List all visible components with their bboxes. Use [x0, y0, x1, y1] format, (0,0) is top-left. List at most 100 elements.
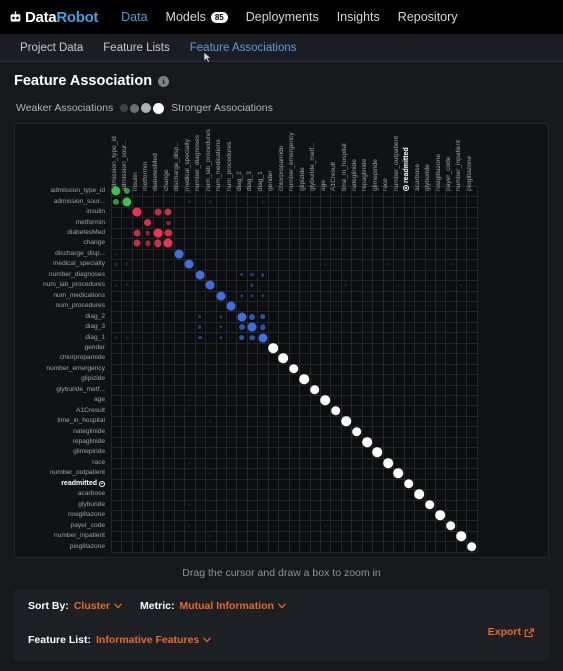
matrix-cell[interactable]	[323, 524, 327, 527]
y-axis-label-number-inpatient[interactable]: number_inpatient	[54, 532, 105, 540]
y-axis-label-medical-specialty[interactable]: medical_specialty	[53, 260, 105, 268]
matrix-cell[interactable]	[459, 283, 463, 287]
metric-dropdown[interactable]: Mutual Information	[179, 600, 286, 612]
matrix-cell[interactable]	[320, 395, 331, 406]
matrix-cell[interactable]	[237, 312, 247, 322]
matrix-cell[interactable]	[249, 313, 256, 320]
matrix-cell[interactable]	[260, 272, 265, 277]
y-axis-label-a1cresult[interactable]: A1Cresult	[76, 407, 105, 415]
matrix-cell[interactable]	[260, 293, 265, 298]
matrix-cell[interactable]	[278, 353, 289, 364]
x-axis-label-discharge-disp-[interactable]: discharge_disp...	[173, 141, 181, 191]
matrix-cell[interactable]	[259, 313, 266, 320]
matrix-cell[interactable]	[334, 263, 338, 266]
x-axis-label-number-diagnoses[interactable]: number_diagnoses	[194, 135, 202, 191]
y-axis-label-race[interactable]: race	[92, 459, 105, 467]
matrix-cell[interactable]	[435, 510, 445, 520]
y-axis-label-diag-2[interactable]: diag_2	[85, 313, 105, 321]
y-axis-label-discharge-disp-[interactable]: discharge_disp...	[55, 250, 105, 258]
tab-project-data[interactable]: Project Data	[10, 34, 93, 61]
x-axis-label-chlorpropamide[interactable]: chlorpropamide	[278, 146, 286, 191]
nav-item-models[interactable]: Models 85	[157, 10, 237, 24]
feature-association-matrix[interactable]: admission_type_id admission_sour... insuli…	[15, 124, 548, 557]
matrix-cell[interactable]	[240, 200, 243, 204]
matrix-cell[interactable]	[197, 325, 202, 329]
y-axis-label-glyburide[interactable]: glyburide	[78, 501, 105, 509]
matrix-cell[interactable]	[153, 228, 163, 238]
matrix-cell[interactable]	[124, 262, 129, 267]
matrix-cell[interactable]	[258, 333, 268, 343]
feature-list-dropdown[interactable]: Informative Features	[96, 634, 212, 646]
x-axis-label-repaglinide[interactable]: repaglinide	[361, 159, 369, 191]
matrix-cell[interactable]	[145, 230, 150, 236]
matrix-cell[interactable]	[218, 335, 223, 340]
matrix-cell[interactable]	[383, 458, 393, 468]
x-axis-label-rosiglitazone[interactable]: rosiglitazone	[435, 154, 443, 191]
x-axis-label-diag-2[interactable]: diag_2	[236, 171, 244, 191]
matrix-cell[interactable]	[143, 218, 152, 227]
x-axis-label-change[interactable]: change	[163, 169, 171, 191]
matrix-cell[interactable]	[238, 334, 245, 341]
matrix-cell[interactable]	[216, 291, 226, 301]
x-axis-label-glimepiride[interactable]: glimepiride	[372, 159, 380, 191]
y-axis-label-age[interactable]: age	[94, 396, 105, 404]
x-axis-label-glyburide[interactable]: glyburide	[424, 164, 432, 191]
matrix-cell[interactable]	[414, 489, 425, 500]
x-axis-label-admission-type-id[interactable]: admission_type_id	[111, 136, 119, 191]
y-axis-label-num-procedures[interactable]: num_procedures	[56, 302, 105, 310]
x-axis-label-pioglitazone[interactable]: pioglitazone	[466, 156, 474, 191]
matrix-cell[interactable]	[114, 262, 118, 267]
matrix-cell[interactable]	[239, 272, 244, 277]
matrix-cell[interactable]	[163, 238, 173, 248]
x-axis-label-num-medications[interactable]: num_medications	[215, 139, 223, 191]
x-axis-label-number-outpatient[interactable]: number_outpatient	[393, 136, 401, 191]
matrix-cell[interactable]	[466, 541, 477, 552]
feature-association-matrix-card[interactable]: admission_type_id admission_sour... insuli…	[14, 123, 549, 558]
matrix-cell[interactable]	[146, 367, 149, 371]
matrix-cell[interactable]	[208, 472, 212, 475]
matrix-cell[interactable]	[184, 259, 194, 269]
metric-control[interactable]: Metric: Mutual Information	[140, 600, 286, 612]
matrix-cell[interactable]	[125, 315, 129, 318]
matrix-cell[interactable]	[188, 503, 191, 507]
matrix-cell[interactable]	[187, 524, 191, 528]
matrix-cell[interactable]	[456, 531, 466, 541]
matrix-cell[interactable]	[309, 384, 320, 395]
matrix-cell[interactable]	[132, 207, 142, 217]
matrix-cell[interactable]	[449, 262, 453, 266]
x-axis-label-medical-specialty[interactable]: medical_specialty	[184, 139, 192, 191]
x-axis-label-insulin[interactable]: insulin	[132, 172, 140, 191]
y-axis-label-diabetesmed[interactable]: diabetesMed	[67, 229, 105, 237]
x-axis-label-diag-1[interactable]: diag_1	[257, 171, 265, 191]
matrix-cell[interactable]	[187, 189, 192, 194]
matrix-cell[interactable]	[428, 263, 432, 266]
matrix-cell[interactable]	[188, 461, 191, 465]
y-axis-label-num-lab-procedures[interactable]: num_lab_procedures	[43, 281, 105, 289]
y-axis-label-glipizide[interactable]: glipizide	[81, 375, 105, 383]
y-axis-label-repaglinide[interactable]: repaglinide	[73, 438, 105, 446]
matrix-cell[interactable]	[164, 208, 172, 216]
y-axis-label-chlorpropamide[interactable]: chlorpropamide	[60, 354, 105, 362]
x-axis-label-number-emergency[interactable]: number_emergency	[288, 132, 296, 191]
matrix-cell[interactable]	[197, 314, 202, 319]
matrix-cell[interactable]	[188, 398, 191, 402]
y-axis-label-number-diagnoses[interactable]: number_diagnoses	[49, 271, 105, 279]
matrix-cell[interactable]	[424, 499, 435, 510]
matrix-cell[interactable]	[393, 468, 404, 479]
nav-item-repository[interactable]: Repository	[389, 10, 467, 24]
feature-list-control[interactable]: Feature List: Informative Features	[28, 634, 212, 646]
y-axis-label-gender[interactable]: gender	[84, 344, 105, 352]
matrix-cell[interactable]	[330, 405, 341, 416]
sort-by-dropdown[interactable]: Cluster	[74, 600, 123, 612]
matrix-cell[interactable]	[344, 283, 348, 287]
matrix-cell[interactable]	[445, 520, 456, 531]
x-axis-label-readmitted[interactable]: readmitted	[403, 147, 411, 191]
export-button[interactable]: Export	[488, 626, 535, 638]
tab-feature-associations[interactable]: Feature Associations	[180, 34, 307, 61]
y-axis-label-nateglinide[interactable]: nateglinide	[73, 428, 105, 436]
matrix-cell[interactable]	[188, 409, 191, 413]
x-axis-label-gender[interactable]: gender	[267, 170, 275, 191]
matrix-cell[interactable]	[397, 283, 400, 287]
x-axis-label-a1cresult[interactable]: A1Cresult	[330, 162, 338, 191]
matrix-cell[interactable]	[238, 324, 245, 331]
